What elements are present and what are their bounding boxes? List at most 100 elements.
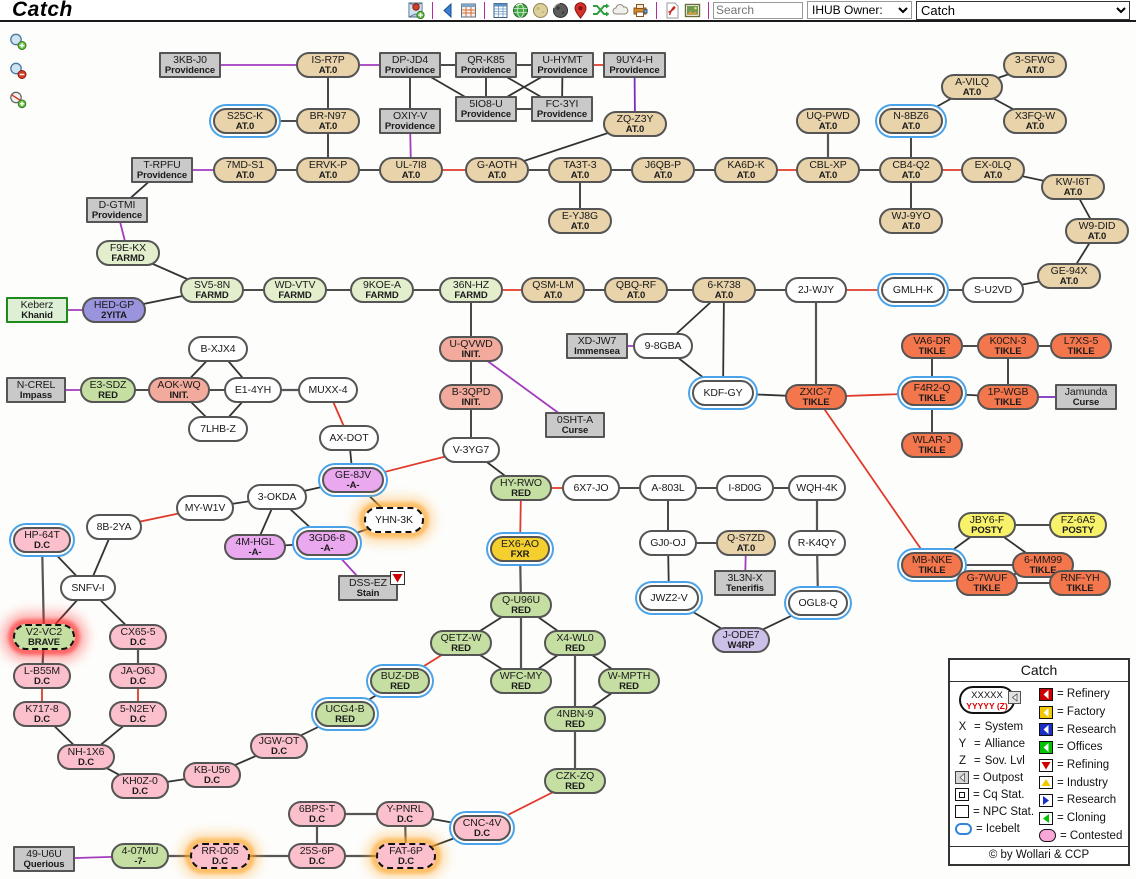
system-node-br-n97[interactable]: BR-N97 AT.0 xyxy=(296,108,360,134)
system-node-sv5-8n[interactable]: SV5-8N FARMD xyxy=(180,277,244,303)
system-node-ta3t-3[interactable]: TA3T-3 AT.0 xyxy=(548,157,612,183)
system-node-d-gtmi[interactable]: D-GTMI Providence xyxy=(86,197,148,223)
system-node-czk-zq[interactable]: CZK-ZQ RED xyxy=(544,768,606,794)
system-node-ge-8jv[interactable]: GE-8JV -A- xyxy=(322,467,384,493)
system-node-9koe-a[interactable]: 9KOE-A FARMD xyxy=(350,277,414,303)
system-node-a-803l[interactable]: A-803L xyxy=(639,475,697,501)
cloud-icon[interactable] xyxy=(612,2,629,19)
back-arrow-icon[interactable] xyxy=(440,2,457,19)
system-node-hy-rwo[interactable]: HY-RWO RED xyxy=(490,475,552,501)
system-node-36n-hz[interactable]: 36N-HZ FARMD xyxy=(439,277,503,303)
system-node-nh-1x6[interactable]: NH-1X6 D.C xyxy=(57,744,115,770)
system-node-keberz[interactable]: Keberz Khanid xyxy=(6,297,68,323)
system-node-is-r7p[interactable]: IS-R7P AT.0 xyxy=(296,52,360,78)
system-node-49-u6u[interactable]: 49-U6U Querious xyxy=(13,846,75,872)
region-select[interactable]: Catch xyxy=(916,0,1130,20)
system-node-jby6-f[interactable]: JBY6-F POSTY xyxy=(958,512,1016,538)
system-node-g-7wuf[interactable]: G-7WUF TIKLE xyxy=(956,570,1018,596)
system-node-0sht-a[interactable]: 0SHT-A Curse xyxy=(545,412,605,438)
system-node-ervk-p[interactable]: ERVK-P AT.0 xyxy=(296,157,360,183)
system-node-x3fq-w[interactable]: X3FQ-W AT.0 xyxy=(1003,108,1067,134)
system-node-ja-o6j[interactable]: JA-O6J D.C xyxy=(109,663,167,689)
system-node-qr-k85[interactable]: QR-K85 Providence xyxy=(455,52,517,78)
printer-icon[interactable] xyxy=(632,2,649,19)
system-node-u-hymt[interactable]: U-HYMT Providence xyxy=(531,52,594,78)
system-node-jgw-ot[interactable]: JGW-OT D.C xyxy=(250,733,308,759)
system-node-l-b55m[interactable]: L-B55M D.C xyxy=(13,663,71,689)
system-node-va6-dr[interactable]: VA6-DR TIKLE xyxy=(901,333,963,359)
system-node-j-ode7[interactable]: J-ODE7 W4RP xyxy=(712,627,770,653)
system-node-8b-2ya[interactable]: 8B-2YA xyxy=(86,514,142,540)
system-node-f4r2-q[interactable]: F4R2-Q TIKLE xyxy=(901,380,963,406)
system-node-dss-ez[interactable]: DSS-EZ Stain xyxy=(338,571,405,601)
system-node-rnf-yh[interactable]: RNF-YH TIKLE xyxy=(1049,570,1111,596)
system-node-rr-d05[interactable]: RR-D05 D.C xyxy=(190,843,250,869)
system-node-k0cn-3[interactable]: K0CN-3 TIKLE xyxy=(977,333,1039,359)
image-icon[interactable] xyxy=(684,2,701,19)
system-node-gj0-oj[interactable]: GJ0-OJ xyxy=(639,530,697,556)
system-node-uq-pwd[interactable]: UQ-PWD AT.0 xyxy=(796,108,860,134)
system-node-b-xjx4[interactable]: B-XJX4 xyxy=(188,336,248,362)
system-node-w9-did[interactable]: W9-DID AT.0 xyxy=(1065,218,1129,244)
system-node-7md-s1[interactable]: 7MD-S1 AT.0 xyxy=(213,157,277,183)
system-node-snfv-i[interactable]: SNFV-I xyxy=(60,575,116,601)
system-node-qetz-w[interactable]: QETZ-W RED xyxy=(430,630,492,656)
system-node-4m-hgl[interactable]: 4M-HGL -A- xyxy=(224,534,286,560)
system-node-e-yj8g[interactable]: E-YJ8G AT.0 xyxy=(548,208,612,234)
system-node-qbq-rf[interactable]: QBQ-RF AT.0 xyxy=(604,277,668,303)
ihub-owner-select[interactable]: IHUB Owner: xyxy=(807,1,912,19)
system-node-my-w1v[interactable]: MY-W1V xyxy=(176,495,234,521)
system-node-buz-db[interactable]: BUZ-DB RED xyxy=(370,668,430,694)
system-node-5io8-u[interactable]: 5IO8-U Providence xyxy=(455,96,517,122)
system-node-7lhb-z[interactable]: 7LHB-Z xyxy=(188,416,248,442)
system-node-jwz2-v[interactable]: JWZ2-V xyxy=(639,585,699,611)
system-node-3l3n-x[interactable]: 3L3N-X Tenerifis xyxy=(714,570,776,596)
system-node-ge-94x[interactable]: GE-94X AT.0 xyxy=(1037,263,1101,289)
table-grid-icon[interactable] xyxy=(460,2,477,19)
system-node-kb-u56[interactable]: KB-U56 D.C xyxy=(183,762,241,788)
system-node-i-8d0g[interactable]: I-8D0G xyxy=(716,475,774,501)
system-node-t-rpfu[interactable]: T-RPFU Providence xyxy=(131,157,193,183)
system-node-kdf-gy[interactable]: KDF-GY xyxy=(692,380,754,406)
system-node-r-k4qy[interactable]: R-K4QY xyxy=(788,530,846,556)
system-node-4-07mu[interactable]: 4-07MU -7- xyxy=(111,843,169,869)
system-node-x4-wl0[interactable]: X4-WL0 RED xyxy=(544,630,606,656)
moon-yellow-icon[interactable] xyxy=(532,2,549,19)
map-pin-icon[interactable] xyxy=(572,1,589,19)
system-node-ogl8-q[interactable]: OGL8-Q xyxy=(788,590,848,616)
system-node-cx65-5[interactable]: CX65-5 D.C xyxy=(109,624,167,650)
system-node-mb-nke[interactable]: MB-NKE TIKLE xyxy=(901,552,963,578)
moon-dark-icon[interactable] xyxy=(552,2,569,19)
system-node-wqh-4k[interactable]: WQH-4K xyxy=(788,475,846,501)
system-node-9-8gba[interactable]: 9-8GBA xyxy=(633,333,693,359)
system-node-yhn-3k[interactable]: YHN-3K xyxy=(364,507,424,533)
system-node-cbl-xp[interactable]: CBL-XP AT.0 xyxy=(796,157,860,183)
system-node-wlar-j[interactable]: WLAR-J TIKLE xyxy=(901,432,963,458)
system-node-v2-vc2[interactable]: V2-VC2 BRAVE xyxy=(13,624,75,650)
system-node-3kb-j0[interactable]: 3KB-J0 Providence xyxy=(159,52,221,78)
system-node-y-pnrl[interactable]: Y-PNRL D.C xyxy=(376,801,434,827)
system-node-wfc-my[interactable]: WFC-MY RED xyxy=(490,668,552,694)
system-node-hed-gp[interactable]: HED-GP 2YITA xyxy=(82,297,146,323)
system-node-n-crel[interactable]: N-CREL Impass xyxy=(6,377,66,403)
system-node-3-okda[interactable]: 3-OKDA xyxy=(247,484,307,510)
system-node-cnc-4v[interactable]: CNC-4V D.C xyxy=(453,815,511,841)
system-node-e3-sdz[interactable]: E3-SDZ RED xyxy=(80,377,136,403)
system-node-dp-jd4[interactable]: DP-JD4 Providence xyxy=(379,52,441,78)
system-node-q-u96u[interactable]: Q-U96U RED xyxy=(490,592,552,618)
system-node-aok-wq[interactable]: AOK-WQ INIT. xyxy=(148,377,210,403)
system-node-muxx-4[interactable]: MUXX-4 xyxy=(298,377,358,403)
system-node-ax-dot[interactable]: AX-DOT xyxy=(319,425,379,451)
system-node-n-8bz6[interactable]: N-8BZ6 AT.0 xyxy=(879,108,943,134)
system-node-zxic-7[interactable]: ZXIC-7 TIKLE xyxy=(785,384,847,410)
system-node-w-mpth[interactable]: W-MPTH RED xyxy=(598,668,660,694)
system-node-v-3yg7[interactable]: V-3YG7 xyxy=(442,437,500,463)
system-node-2j-wjy[interactable]: 2J-WJY xyxy=(785,277,847,303)
system-node-ucg4-b[interactable]: UCG4-B RED xyxy=(315,701,375,727)
system-node-a-vilq[interactable]: A-VILQ AT.0 xyxy=(941,74,1003,100)
system-node-wj-9yo[interactable]: WJ-9YO AT.0 xyxy=(879,208,943,234)
system-node-j6qb-p[interactable]: J6QB-P AT.0 xyxy=(631,157,695,183)
system-node-ka6d-k[interactable]: KA6D-K AT.0 xyxy=(714,157,778,183)
system-node-6x7-jo[interactable]: 6X7-JO xyxy=(562,475,620,501)
system-node-ex6-ao[interactable]: EX6-AO FXR xyxy=(490,536,550,562)
